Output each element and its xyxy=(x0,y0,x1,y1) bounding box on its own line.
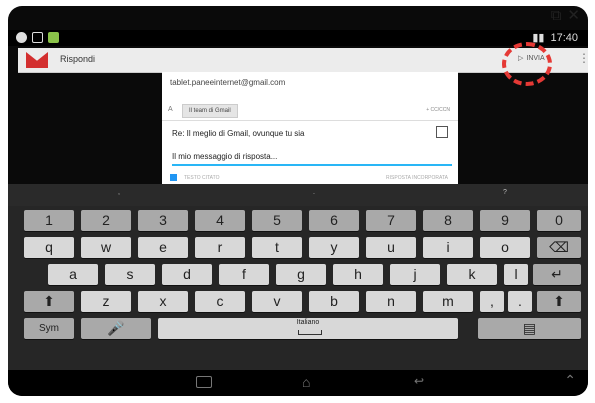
key-5[interactable]: 5 xyxy=(252,210,302,231)
shift-icon: ⬆ xyxy=(43,293,55,309)
clipboard-icon: ▤ xyxy=(522,320,537,336)
key-j[interactable]: j xyxy=(390,264,440,285)
quote-checkbox-label: TESTO CITATO xyxy=(184,175,220,181)
key-b[interactable]: b xyxy=(309,291,359,312)
compose-form: tablet.paneeinternet@gmail.com A Il team… xyxy=(162,72,458,184)
key-8[interactable]: 8 xyxy=(423,210,473,231)
shift-key-right[interactable]: ⬆ xyxy=(537,291,581,312)
key-4[interactable]: 4 xyxy=(195,210,245,231)
attach-icon[interactable] xyxy=(436,126,448,138)
suggestion-item[interactable]: , xyxy=(118,189,120,196)
status-icon-1 xyxy=(16,32,27,43)
key-z[interactable]: z xyxy=(81,291,131,312)
key-l[interactable]: l xyxy=(504,264,528,285)
space-bar-icon xyxy=(298,330,322,335)
sym-key[interactable]: Sym xyxy=(24,318,74,339)
space-language-label: Italiano xyxy=(296,319,320,326)
key-k[interactable]: k xyxy=(447,264,497,285)
key-o[interactable]: o xyxy=(480,237,530,258)
key-f[interactable]: f xyxy=(219,264,269,285)
shift-icon: ⬆ xyxy=(553,293,565,309)
key-2[interactable]: 2 xyxy=(81,210,131,231)
appbar-title: Rispondi xyxy=(60,54,96,64)
key-a[interactable]: a xyxy=(48,264,98,285)
quote-options: TESTO CITATO RISPOSTA INCORPORATA xyxy=(162,172,458,184)
key-d[interactable]: d xyxy=(162,264,212,285)
backspace-key[interactable]: ⌫ xyxy=(537,237,581,258)
status-bar: ▮▮ 17:40 xyxy=(8,30,588,46)
to-field[interactable]: A Il team di Gmail + CC/CCN xyxy=(162,102,458,121)
key-0[interactable]: 0 xyxy=(537,210,581,231)
from-address: tablet.paneeinternet@gmail.com xyxy=(170,78,286,87)
key-9[interactable]: 9 xyxy=(480,210,530,231)
tablet-screen: ⧉ ✕ ▮▮ 17:40 Rispondi ▷ INVIA ⋮ tablet.p… xyxy=(8,6,588,396)
corner-icons: ⧉ ✕ xyxy=(551,6,580,26)
backspace-icon: ⌫ xyxy=(549,239,569,255)
key-t[interactable]: t xyxy=(252,237,302,258)
recent-apps-icon[interactable] xyxy=(196,376,212,388)
mic-icon: 🎤 xyxy=(107,320,125,336)
shift-key-left[interactable]: ⬆ xyxy=(24,291,74,312)
mic-key[interactable]: 🎤 xyxy=(81,318,151,339)
status-icon-3 xyxy=(48,32,59,43)
suggestion-bar: , . ? xyxy=(8,184,588,206)
back-icon[interactable]: ↩ xyxy=(414,374,424,388)
status-icon-2 xyxy=(32,32,43,43)
status-time: 17:40 xyxy=(550,31,578,44)
space-key[interactable]: Italiano xyxy=(158,318,458,339)
key-3[interactable]: 3 xyxy=(138,210,188,231)
suggestion-item[interactable]: ? xyxy=(503,189,507,196)
enter-icon: ↵ xyxy=(551,266,563,282)
key-period[interactable]: . xyxy=(508,291,532,312)
key-c[interactable]: c xyxy=(195,291,245,312)
subject-field[interactable]: Re: Il meglio di Gmail, ovunque tu sia xyxy=(172,129,305,138)
highlight-circle xyxy=(502,42,552,86)
enter-key[interactable]: ↵ xyxy=(533,264,581,285)
gmail-logo-icon[interactable] xyxy=(26,52,48,68)
cc-button[interactable]: + CC/CCN xyxy=(426,107,450,113)
message-body-field[interactable]: Il mio messaggio di risposta... xyxy=(172,152,452,166)
chevron-up-icon[interactable]: ⌃ xyxy=(564,372,576,389)
key-x[interactable]: x xyxy=(138,291,188,312)
key-e[interactable]: e xyxy=(138,237,188,258)
close-icon[interactable]: ✕ xyxy=(567,7,580,25)
overflow-menu-icon[interactable]: ⋮ xyxy=(578,51,588,65)
keyboard: 1 2 3 4 5 6 7 8 9 0 q w e r t y u i o ⌫ … xyxy=(8,206,588,370)
external-icon[interactable]: ⧉ xyxy=(551,7,562,25)
suggestion-item[interactable]: . xyxy=(313,189,315,196)
quote-checkbox[interactable] xyxy=(170,174,177,181)
clipboard-key[interactable]: ▤ xyxy=(478,318,581,339)
key-w[interactable]: w xyxy=(81,237,131,258)
key-1[interactable]: 1 xyxy=(24,210,74,231)
key-m[interactable]: m xyxy=(423,291,473,312)
home-icon[interactable]: ⌂ xyxy=(302,374,310,390)
key-s[interactable]: s xyxy=(105,264,155,285)
key-comma[interactable]: , xyxy=(480,291,504,312)
key-q[interactable]: q xyxy=(24,237,74,258)
key-y[interactable]: y xyxy=(309,237,359,258)
inline-reply-button[interactable]: RISPOSTA INCORPORATA xyxy=(386,175,448,181)
key-h[interactable]: h xyxy=(333,264,383,285)
key-g[interactable]: g xyxy=(276,264,326,285)
recipient-chip[interactable]: Il team di Gmail xyxy=(182,104,238,118)
key-v[interactable]: v xyxy=(252,291,302,312)
key-6[interactable]: 6 xyxy=(309,210,359,231)
key-7[interactable]: 7 xyxy=(366,210,416,231)
navigation-bar: ⌂ ↩ ⌃ xyxy=(8,370,588,396)
key-n[interactable]: n xyxy=(366,291,416,312)
to-prefix: A xyxy=(168,106,173,113)
key-i[interactable]: i xyxy=(423,237,473,258)
key-r[interactable]: r xyxy=(195,237,245,258)
key-u[interactable]: u xyxy=(366,237,416,258)
